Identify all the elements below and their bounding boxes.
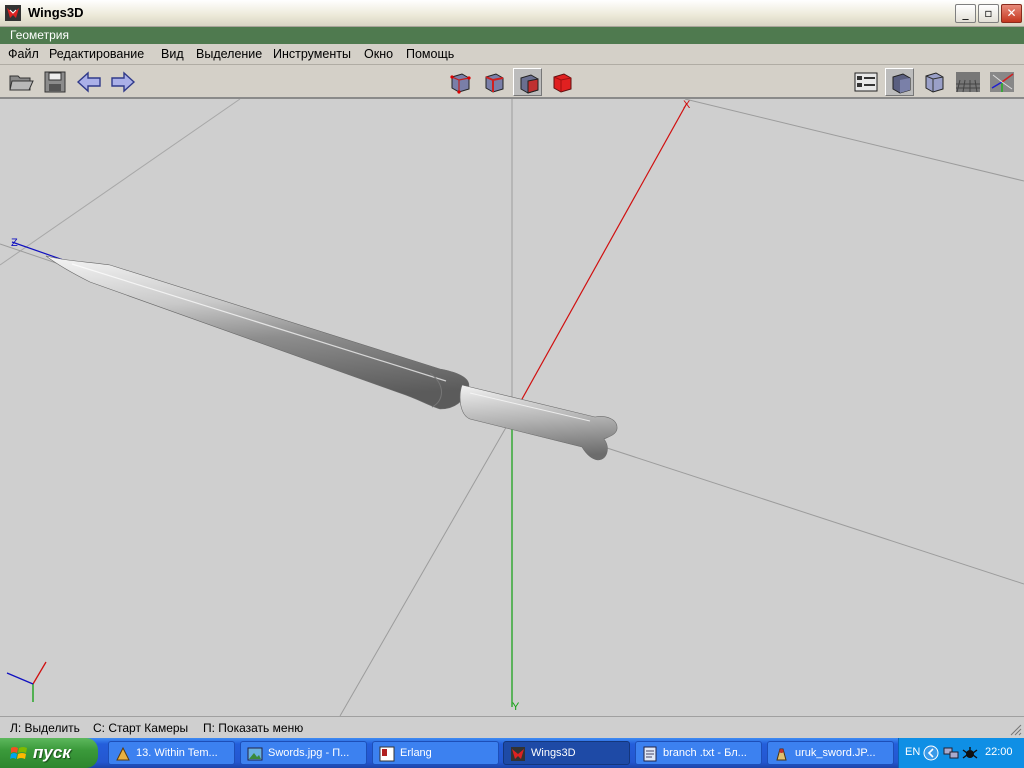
winamp-icon: [116, 746, 130, 761]
edge-mode-icon: [485, 73, 504, 93]
menu-edit[interactable]: Редактирование: [49, 47, 144, 61]
save-button[interactable]: [40, 68, 69, 96]
menu-tools[interactable]: Инструменты: [273, 47, 351, 61]
axes-icon: [990, 72, 1014, 92]
object-mode-icon: [553, 73, 572, 93]
image-viewer-icon: [247, 747, 263, 761]
sword-blade: [45, 255, 470, 410]
wireframe-cube-icon: [925, 72, 944, 93]
grid-line: [339, 416, 513, 716]
smooth-shade-icon: [892, 73, 911, 94]
minimize-button[interactable]: _: [955, 4, 976, 23]
face-mode-icon: [520, 74, 539, 94]
erlang-icon: [379, 746, 395, 762]
start-button[interactable]: пуск: [0, 738, 98, 768]
redo-button[interactable]: [108, 68, 137, 96]
taskbar-item-label: Swords.jpg - П...: [268, 747, 350, 759]
show-hidden-icons-icon[interactable]: [923, 745, 939, 761]
axes-button[interactable]: [987, 68, 1016, 96]
save-icon: [44, 71, 66, 93]
mode-label: Геометрия: [10, 28, 69, 42]
smooth-shade-button[interactable]: [885, 68, 914, 96]
taskbar-item-label: Erlang: [400, 747, 432, 759]
taskbar-item-label: uruk_sword.JP...: [795, 747, 876, 759]
taskbar-item-paint[interactable]: uruk_sword.JP...: [767, 741, 894, 765]
wireframe-button[interactable]: [919, 68, 948, 96]
menu-help[interactable]: Помощь: [406, 47, 454, 61]
taskbar-item-notepad[interactable]: branch .txt - Бл...: [635, 741, 762, 765]
edge-mode-button[interactable]: [479, 68, 508, 96]
title-bar: Wings3D _ ▫ ✕: [0, 0, 1024, 27]
z-axis-label: Z: [11, 237, 18, 249]
grid-line: [0, 99, 241, 266]
undo-button[interactable]: [74, 68, 103, 96]
window-title: Wings3D: [28, 5, 84, 20]
taskbar-item-erlang[interactable]: Erlang: [372, 741, 499, 765]
status-middle-hint: С: Старт Камеры: [93, 721, 189, 735]
x-axis-line: [511, 102, 688, 418]
ground-grid-button[interactable]: [953, 68, 982, 96]
network-icon[interactable]: [943, 745, 959, 761]
menu-bar: Файл Редактирование Вид Выделение Инстру…: [0, 44, 1024, 65]
taskbar-item-image-viewer[interactable]: Swords.jpg - П...: [240, 741, 367, 765]
start-label: пуск: [33, 743, 71, 762]
taskbar-item-label: branch .txt - Бл...: [663, 747, 747, 759]
notepad-icon: [643, 746, 657, 762]
mode-bar: Геометрия: [0, 27, 1024, 44]
3d-viewport[interactable]: X Y Z: [0, 99, 1024, 716]
wings3d-icon: [511, 747, 525, 761]
taskbar-item-label: Wings3D: [531, 747, 576, 759]
maximize-button[interactable]: ▫: [978, 4, 999, 23]
axis-gizmo: [6, 661, 47, 702]
x-axis-label: X: [683, 99, 691, 111]
system-tray: EN 22:00: [898, 738, 1024, 768]
windows-logo-icon: [10, 747, 27, 759]
menu-window[interactable]: Окно: [364, 47, 393, 61]
outliner-button[interactable]: [851, 68, 880, 96]
status-bar: Л: Выделить С: Старт Камеры П: Показать …: [0, 716, 1024, 738]
vertex-mode-button[interactable]: [445, 68, 474, 96]
paint-icon: [776, 748, 787, 761]
face-mode-button[interactable]: [513, 68, 542, 96]
language-indicator[interactable]: EN: [905, 746, 920, 758]
clock: 22:00: [985, 746, 1013, 758]
redo-icon: [111, 71, 136, 93]
menu-view[interactable]: Вид: [161, 47, 184, 61]
taskbar-item-wings3d[interactable]: Wings3D: [503, 741, 630, 765]
status-right-hint: П: Показать меню: [203, 721, 304, 735]
vertex-mode-icon: [450, 73, 471, 94]
undo-icon: [76, 71, 101, 93]
menu-file[interactable]: Файл: [8, 47, 39, 61]
object-mode-button[interactable]: [547, 68, 576, 96]
menu-select[interactable]: Выделение: [196, 47, 262, 61]
open-button[interactable]: [6, 68, 35, 96]
wings3d-app-icon[interactable]: [4, 4, 22, 22]
close-button[interactable]: ✕: [1001, 4, 1022, 23]
resize-grip-icon[interactable]: [1010, 724, 1022, 736]
open-icon: [9, 75, 34, 91]
taskbar-item-label: 13. Within Tem...: [136, 747, 218, 759]
antivirus-spider-icon[interactable]: [962, 745, 978, 761]
taskbar: пуск 13. Within Tem... Swords.jpg - П...…: [0, 738, 1024, 768]
viewport-scene: X Y Z: [0, 99, 1024, 716]
ground-grid-icon: [956, 72, 980, 93]
status-left-hint: Л: Выделить: [10, 721, 80, 735]
outliner-icon: [854, 72, 878, 92]
toolbar: [0, 65, 1024, 99]
taskbar-item-winamp[interactable]: 13. Within Tem...: [108, 741, 235, 765]
grid-line: [684, 99, 1024, 182]
y-axis-label: Y: [512, 701, 520, 713]
